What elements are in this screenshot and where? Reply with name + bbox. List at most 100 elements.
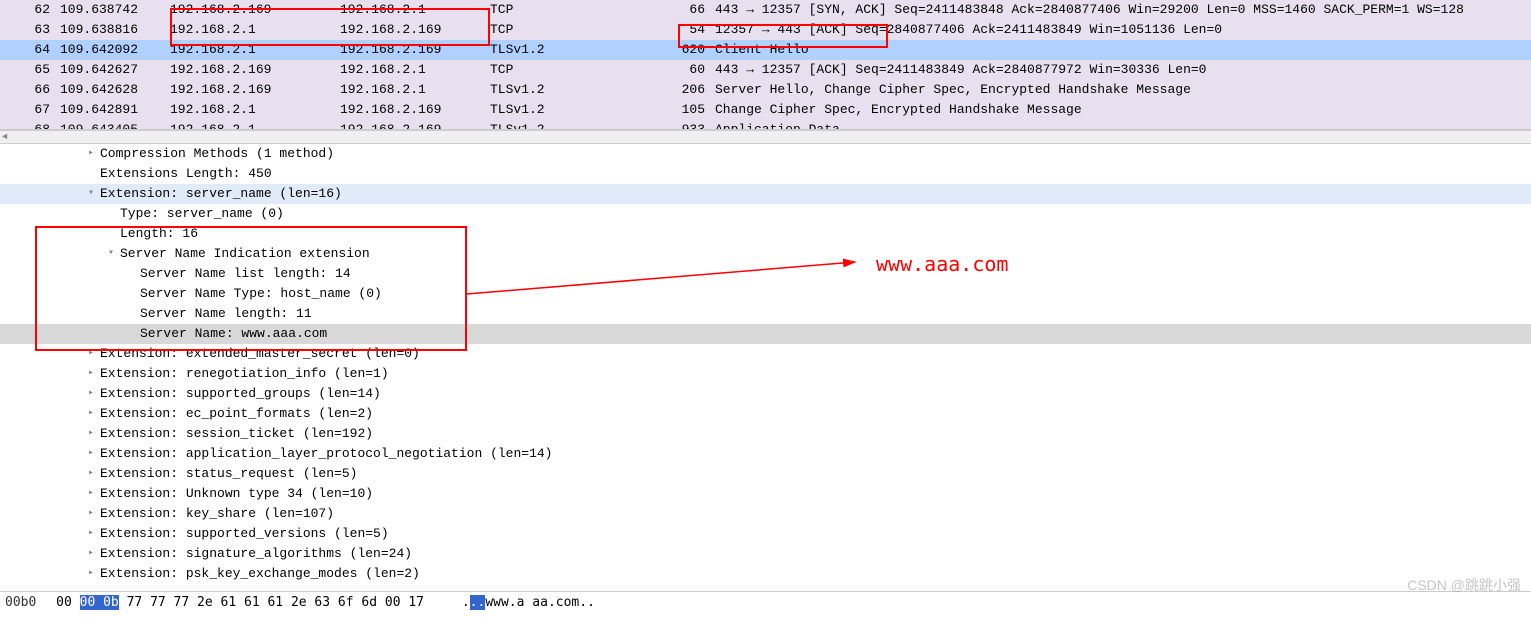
tree-label: Extension: supported_versions (len=5) <box>98 524 389 544</box>
tree-caret-icon[interactable]: ▸ <box>84 444 98 464</box>
col-src: 192.168.2.1 <box>165 20 335 40</box>
tree-item[interactable]: Length: 16 <box>0 224 1531 244</box>
hex-byte: 00 <box>44 595 72 610</box>
col-proto: TCP <box>485 20 655 40</box>
col-src: 192.168.2.169 <box>165 80 335 100</box>
col-src: 192.168.2.1 <box>165 40 335 60</box>
tree-item[interactable]: ▸Extension: extended_master_secret (len=… <box>0 344 1531 364</box>
tree-item[interactable]: Type: server_name (0) <box>0 204 1531 224</box>
col-info: 443 → 12357 [SYN, ACK] Seq=2411483848 Ac… <box>710 0 1531 20</box>
watermark: CSDN @跳跳小强 <box>1407 575 1521 595</box>
col-proto: TLSv1.2 <box>485 120 655 130</box>
tree-caret-icon[interactable]: ▸ <box>84 424 98 444</box>
col-no: 62 <box>0 0 55 20</box>
col-src: 192.168.2.1 <box>165 120 335 130</box>
col-dst: 192.168.2.169 <box>335 40 485 60</box>
tree-item[interactable]: Server Name length: 11 <box>0 304 1531 324</box>
tree-caret-icon[interactable]: ▾ <box>104 244 118 264</box>
col-dst: 192.168.2.1 <box>335 80 485 100</box>
tree-caret-icon[interactable]: ▸ <box>84 564 98 584</box>
tree-label: Extension: session_ticket (len=192) <box>98 424 373 444</box>
tree-item[interactable]: ▸Compression Methods (1 method) <box>0 144 1531 164</box>
tree-caret-icon[interactable]: ▾ <box>84 184 98 204</box>
col-src: 192.168.2.169 <box>165 0 335 20</box>
col-no: 63 <box>0 20 55 40</box>
tree-caret-icon[interactable]: ▸ <box>84 364 98 384</box>
packet-row[interactable]: 67109.642891192.168.2.1192.168.2.169TLSv… <box>0 100 1531 120</box>
tree-caret-icon[interactable]: ▸ <box>84 544 98 564</box>
tree-caret-icon[interactable]: ▸ <box>84 344 98 364</box>
tree-label: Extension: psk_key_exchange_modes (len=2… <box>98 564 420 584</box>
col-time: 109.642891 <box>55 100 165 120</box>
tree-label: Server Name length: 11 <box>138 304 312 324</box>
tree-label: Length: 16 <box>118 224 198 244</box>
col-len: 206 <box>655 80 710 100</box>
tree-item[interactable]: ▸Extension: renegotiation_info (len=1) <box>0 364 1531 384</box>
tree-item[interactable]: ▸Extension: Unknown type 34 (len=10) <box>0 484 1531 504</box>
tree-item[interactable]: ▸Extension: application_layer_protocol_n… <box>0 444 1531 464</box>
col-no: 64 <box>0 40 55 60</box>
tree-label: Extension: server_name (len=16) <box>98 184 342 204</box>
tree-label: Extension: supported_groups (len=14) <box>98 384 381 404</box>
tree-item[interactable]: Server Name: www.aaa.com <box>0 324 1531 344</box>
ascii-selected: .. <box>470 595 486 610</box>
tree-item[interactable]: Server Name list length: 14 <box>0 264 1531 284</box>
tree-caret-icon[interactable]: ▸ <box>84 464 98 484</box>
tree-label: Server Name Type: host_name (0) <box>138 284 382 304</box>
col-len: 105 <box>655 100 710 120</box>
tree-item[interactable]: ▾Extension: server_name (len=16) <box>0 184 1531 204</box>
tree-caret-icon[interactable]: ▸ <box>84 144 98 164</box>
packet-row[interactable]: 64109.642092192.168.2.1192.168.2.169TLSv… <box>0 40 1531 60</box>
col-time: 109.643405 <box>55 120 165 130</box>
tree-label: Extension: renegotiation_info (len=1) <box>98 364 389 384</box>
packet-row[interactable]: 68109.643405192.168.2.1192.168.2.169TLSv… <box>0 120 1531 130</box>
packet-row[interactable]: 66109.642628192.168.2.169192.168.2.1TLSv… <box>0 80 1531 100</box>
hex-dump-pane[interactable]: 00b0 00 00 0b 77 77 77 2e 61 61 61 2e 63… <box>0 592 1531 614</box>
tree-caret-icon[interactable]: ▸ <box>84 404 98 424</box>
tree-item[interactable]: ▸Extension: key_share (len=107) <box>0 504 1531 524</box>
tree-item[interactable]: ▸Extension: supported_versions (len=5) <box>0 524 1531 544</box>
tree-label: Extension: application_layer_protocol_ne… <box>98 444 552 464</box>
col-info: Change Cipher Spec, Encrypted Handshake … <box>710 100 1531 120</box>
tree-item[interactable]: ▸Extension: session_ticket (len=192) <box>0 424 1531 444</box>
tree-item[interactable]: ▸Extension: psk_key_exchange_modes (len=… <box>0 564 1531 584</box>
tree-item[interactable]: Extensions Length: 450 <box>0 164 1531 184</box>
col-len: 66 <box>655 0 710 20</box>
packet-details-pane[interactable]: ▸Compression Methods (1 method)Extension… <box>0 144 1531 592</box>
horizontal-scrollbar[interactable] <box>0 130 1531 144</box>
annotation-text: www.aaa.com <box>876 252 1008 276</box>
tree-caret-icon[interactable]: ▸ <box>84 484 98 504</box>
tree-label: Extension: Unknown type 34 (len=10) <box>98 484 373 504</box>
col-dst: 192.168.2.169 <box>335 120 485 130</box>
packet-row[interactable]: 62109.638742192.168.2.169192.168.2.1TCP6… <box>0 0 1531 20</box>
tree-item[interactable]: ▸Extension: ec_point_formats (len=2) <box>0 404 1531 424</box>
col-len: 54 <box>655 20 710 40</box>
packet-row[interactable]: 65109.642627192.168.2.169192.168.2.1TCP6… <box>0 60 1531 80</box>
packet-row[interactable]: 63109.638816192.168.2.1192.168.2.169TCP5… <box>0 20 1531 40</box>
tree-item[interactable]: ▸Extension: supported_groups (len=14) <box>0 384 1531 404</box>
tree-label: Server Name Indication extension <box>118 244 370 264</box>
col-dst: 192.168.2.1 <box>335 60 485 80</box>
tree-caret-icon[interactable]: ▸ <box>84 384 98 404</box>
col-src: 192.168.2.169 <box>165 60 335 80</box>
col-dst: 192.168.2.169 <box>335 20 485 40</box>
col-src: 192.168.2.1 <box>165 100 335 120</box>
col-proto: TLSv1.2 <box>485 40 655 60</box>
col-no: 68 <box>0 120 55 130</box>
tree-label: Extension: signature_algorithms (len=24) <box>98 544 412 564</box>
tree-item[interactable]: ▸Extension: status_request (len=5) <box>0 464 1531 484</box>
tree-label: Extension: extended_master_secret (len=0… <box>98 344 420 364</box>
ascii-pre: . <box>462 595 470 610</box>
col-proto: TLSv1.2 <box>485 80 655 100</box>
tree-caret-icon[interactable]: ▸ <box>84 504 98 524</box>
ascii-post: www.a aa.com.. <box>485 595 595 610</box>
col-info: Server Hello, Change Cipher Spec, Encryp… <box>710 80 1531 100</box>
tree-item[interactable]: ▾Server Name Indication extension <box>0 244 1531 264</box>
col-info: 12357 → 443 [ACK] Seq=2840877406 Ack=241… <box>710 20 1531 40</box>
tree-label: Server Name: www.aaa.com <box>138 324 327 344</box>
tree-item[interactable]: Server Name Type: host_name (0) <box>0 284 1531 304</box>
tree-item[interactable]: ▸Extension: signature_algorithms (len=24… <box>0 544 1531 564</box>
tree-caret-icon[interactable]: ▸ <box>84 524 98 544</box>
packet-list-pane[interactable]: 62109.638742192.168.2.169192.168.2.1TCP6… <box>0 0 1531 130</box>
col-proto: TCP <box>485 60 655 80</box>
